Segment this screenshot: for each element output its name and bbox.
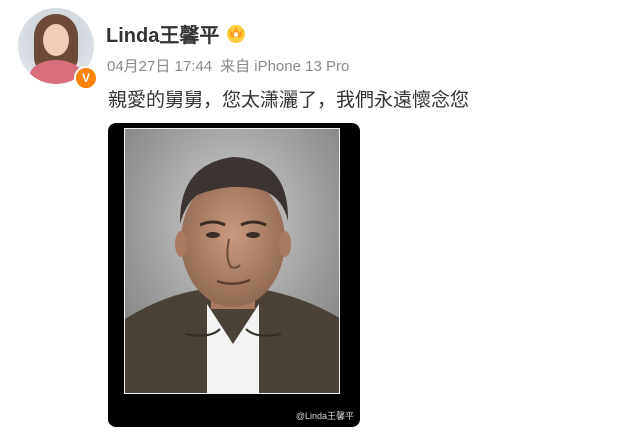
portrait-illustration	[125, 129, 339, 393]
post-meta: 04月27日 17:44 来自 iPhone 13 Pro	[107, 55, 349, 76]
post-text: 親愛的舅舅，您太潇灑了，我們永遠懷念您	[108, 89, 470, 111]
post-timestamp[interactable]: 04月27日 17:44	[107, 55, 212, 76]
image-watermark: @Linda王馨平	[295, 411, 354, 421]
author-name[interactable]: Linda王馨平	[106, 19, 219, 48]
author-row: Linda王馨平	[106, 19, 247, 48]
weibo-post: V Linda王馨平 04月27日 17:44 来自 iPhone 13 Pro…	[0, 0, 638, 435]
crown-icon[interactable]	[225, 22, 247, 44]
portrait-photo	[124, 128, 340, 394]
avatar-container[interactable]: V	[18, 8, 98, 90]
verified-v-icon: V	[74, 66, 98, 90]
post-source: 来自 iPhone 13 Pro	[220, 58, 350, 75]
post-image[interactable]: @Linda王馨平	[108, 123, 360, 427]
